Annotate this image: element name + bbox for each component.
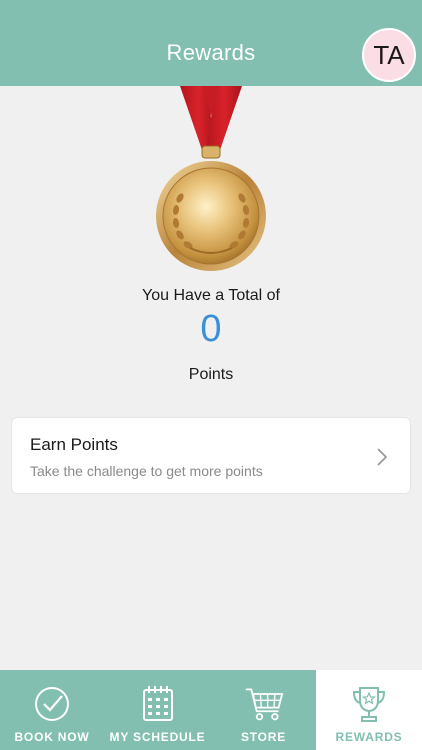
tab-my-schedule[interactable]: MY SCHEDULE: [104, 670, 211, 750]
points-value: 0: [200, 308, 222, 350]
tab-book-now-label: BOOK NOW: [14, 730, 90, 744]
medal-icon: [156, 86, 266, 271]
tab-book-now[interactable]: BOOK NOW: [0, 670, 104, 750]
earn-points-card[interactable]: Earn Points Take the challenge to get mo…: [11, 417, 411, 494]
cart-icon: [245, 688, 283, 721]
header-bar: Rewards TA: [0, 0, 422, 86]
page-title: Rewards: [166, 40, 256, 65]
tab-my-schedule-label: MY SCHEDULE: [109, 730, 206, 744]
calendar-icon: [142, 686, 173, 721]
points-unit-label: Points: [188, 366, 234, 383]
earn-points-title: Earn Points: [30, 435, 118, 454]
earn-points-subtitle: Take the challenge to get more points: [30, 463, 263, 479]
tab-store[interactable]: STORE: [211, 670, 316, 750]
tab-store-label: STORE: [240, 730, 287, 744]
tab-rewards[interactable]: REWARDS: [316, 670, 422, 750]
bottom-tab-bar: BOOK NOW MY SCHEDULE STORE REWARDS: [0, 670, 422, 750]
checkmark-circle-icon: [35, 687, 69, 721]
rewards-screen: Rewards TA You Have a Total of 0 Points …: [0, 0, 422, 750]
chevron-right-icon: [377, 448, 388, 466]
tab-rewards-label: REWARDS: [335, 730, 403, 744]
avatar[interactable]: TA: [362, 28, 416, 82]
total-points-label: You Have a Total of: [142, 287, 280, 304]
trophy-icon: [352, 687, 386, 722]
